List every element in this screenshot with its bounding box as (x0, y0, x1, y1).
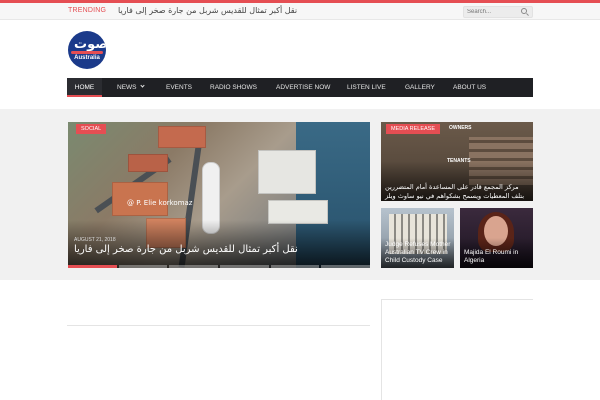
top-bar: TRENDING نقل أكبر تمثال للقديس شربل من ج… (0, 3, 600, 20)
site-logo[interactable]: صوت Australia (68, 31, 106, 69)
chevron-down-icon (139, 83, 145, 88)
photo-watermark: @ P. Elie korkomaz (127, 199, 193, 207)
sidebar-rule (381, 300, 382, 400)
slider-dot[interactable] (68, 265, 117, 268)
nav-advertise-now[interactable]: ADVERTISE NOW (276, 78, 330, 97)
trending-label: TRENDING (68, 7, 107, 14)
nav-about-us[interactable]: ABOUT US (453, 78, 486, 97)
side-feature-title-link[interactable]: مركز المجمع قادر على المساعدة أمام المتض… (385, 183, 530, 201)
content-divider (67, 325, 370, 326)
featured-meta: AUGUST 21, 2018 (74, 237, 116, 243)
category-badge-social[interactable]: SOCIAL (76, 124, 107, 134)
main-navigation: HOME NEWS EVENTS RADIO SHOWS ADVERTISE N… (67, 78, 533, 97)
slider-dot[interactable] (220, 265, 269, 268)
nav-news-label: NEWS (117, 84, 137, 91)
nav-radio-shows[interactable]: RADIO SHOWS (210, 78, 257, 97)
slider-dot[interactable] (169, 265, 219, 268)
nav-events[interactable]: EVENTS (166, 78, 192, 97)
roof (258, 150, 316, 194)
slider-dot[interactable] (270, 265, 320, 268)
trending-headline-link[interactable]: نقل أكبر تمثال للقديس شربل من جارة صخر إ… (118, 6, 297, 15)
roof (158, 126, 206, 148)
card-court-title-link[interactable]: Judge Refuses Mother Australian TV Crew … (385, 241, 453, 265)
logo-swoosh (71, 51, 103, 54)
nav-listen-live[interactable]: LISTEN LIVE (347, 78, 386, 97)
slider-progress (68, 265, 371, 268)
roof (128, 154, 168, 172)
featured-title-link[interactable]: نقل أكبر تمثال للقديس شربل من جارة صخر إ… (74, 244, 314, 255)
logo-arabic-text: صوت (74, 37, 106, 52)
sidebar-top-rule (381, 299, 533, 300)
sign-owners: OWNERS (449, 125, 472, 131)
category-badge-media-release[interactable]: MEDIA RELEASE (386, 124, 441, 134)
logo-english-text: Australia (74, 55, 100, 61)
card-singer-title-link[interactable]: Majida El Roumi in Algeria (464, 249, 530, 265)
slider-dot[interactable] (118, 265, 168, 268)
nav-news[interactable]: NEWS (117, 78, 145, 97)
nav-gallery[interactable]: GALLERY (405, 78, 435, 97)
search-icon[interactable] (521, 8, 527, 14)
nav-home[interactable]: HOME (67, 78, 102, 97)
slider-dot[interactable] (321, 265, 371, 268)
